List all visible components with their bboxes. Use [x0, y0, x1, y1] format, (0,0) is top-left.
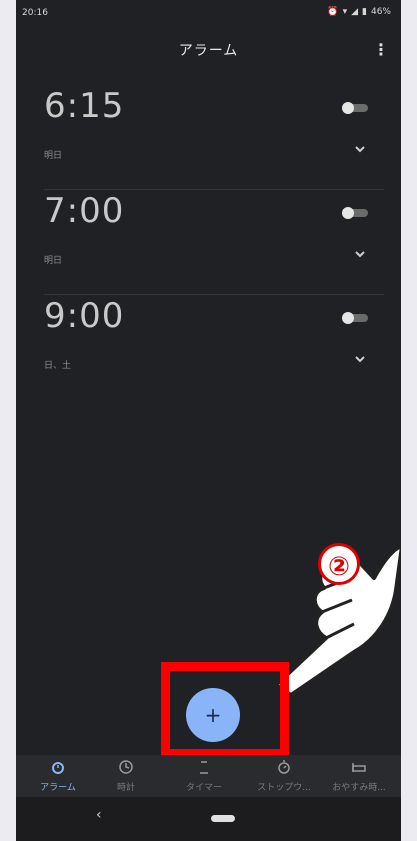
more-vert-icon[interactable]: ⋮ — [373, 40, 389, 59]
chevron-down-icon[interactable] — [354, 144, 366, 154]
bedtime-icon — [319, 759, 399, 775]
alarm-days: 日、土 — [44, 361, 72, 371]
stopwatch-icon — [244, 759, 324, 775]
alarm-item[interactable]: 9:00 日、土 — [44, 296, 384, 400]
system-navigation-bar: ‹ — [16, 797, 401, 841]
battery-level: 46% — [370, 7, 391, 17]
timer-icon — [164, 759, 244, 775]
add-alarm-button[interactable]: + — [186, 688, 240, 742]
divider — [44, 189, 384, 190]
back-icon[interactable]: ‹ — [96, 807, 102, 823]
signal-icon: ◢ — [351, 7, 359, 17]
tab-stopwatch[interactable]: ストップウ... — [244, 759, 324, 794]
alarm-time[interactable]: 6:15 — [44, 86, 124, 126]
chevron-down-icon[interactable] — [354, 249, 366, 259]
alarm-status-icon: ⏰ — [327, 7, 339, 17]
tab-timer[interactable]: タイマー — [164, 759, 244, 794]
tab-label: おやすみ時... — [332, 783, 386, 793]
status-time: 20:16 — [22, 8, 48, 18]
toggle-thumb — [342, 207, 354, 219]
phone-screen: 20:16 ⏰ ▾ ◢ ▮ 46% アラーム ⋮ 6:15 明日 7:00 明日… — [16, 0, 401, 841]
toggle-thumb — [342, 102, 354, 114]
app-bar: アラーム ⋮ — [16, 30, 401, 70]
tab-bedtime[interactable]: おやすみ時... — [319, 759, 399, 794]
step-number-badge: ② — [318, 543, 360, 585]
tab-label: タイマー — [185, 783, 222, 793]
alarm-item[interactable]: 6:15 明日 — [44, 86, 384, 190]
alarm-item[interactable]: 7:00 明日 — [44, 191, 384, 295]
tab-label: アラーム — [40, 783, 76, 793]
battery-icon: ▮ — [362, 7, 367, 17]
alarm-time[interactable]: 9:00 — [44, 296, 124, 336]
wifi-icon: ▾ — [342, 7, 348, 17]
tab-clock[interactable]: 時計 — [86, 759, 166, 794]
status-bar: 20:16 ⏰ ▾ ◢ ▮ 46% — [16, 0, 401, 26]
alarm-time[interactable]: 7:00 — [44, 191, 124, 231]
alarm-toggle[interactable] — [342, 102, 370, 114]
alarm-days: 明日 — [44, 151, 63, 161]
home-pill-icon[interactable] — [211, 815, 235, 822]
alarm-toggle[interactable] — [342, 312, 370, 324]
bottom-navigation: アラーム 時計 タイマー ストップウ... おやすみ時... — [16, 755, 401, 797]
page-title: アラーム — [178, 43, 239, 59]
chevron-down-icon[interactable] — [354, 354, 366, 364]
tab-label: 時計 — [116, 783, 135, 793]
alarm-days: 明日 — [44, 256, 63, 266]
clock-icon — [86, 759, 166, 775]
status-icons: ⏰ ▾ ◢ ▮ 46% — [327, 7, 391, 17]
divider — [44, 294, 384, 295]
toggle-thumb — [342, 312, 354, 324]
alarm-toggle[interactable] — [342, 207, 370, 219]
tab-label: ストップウ... — [257, 783, 311, 793]
